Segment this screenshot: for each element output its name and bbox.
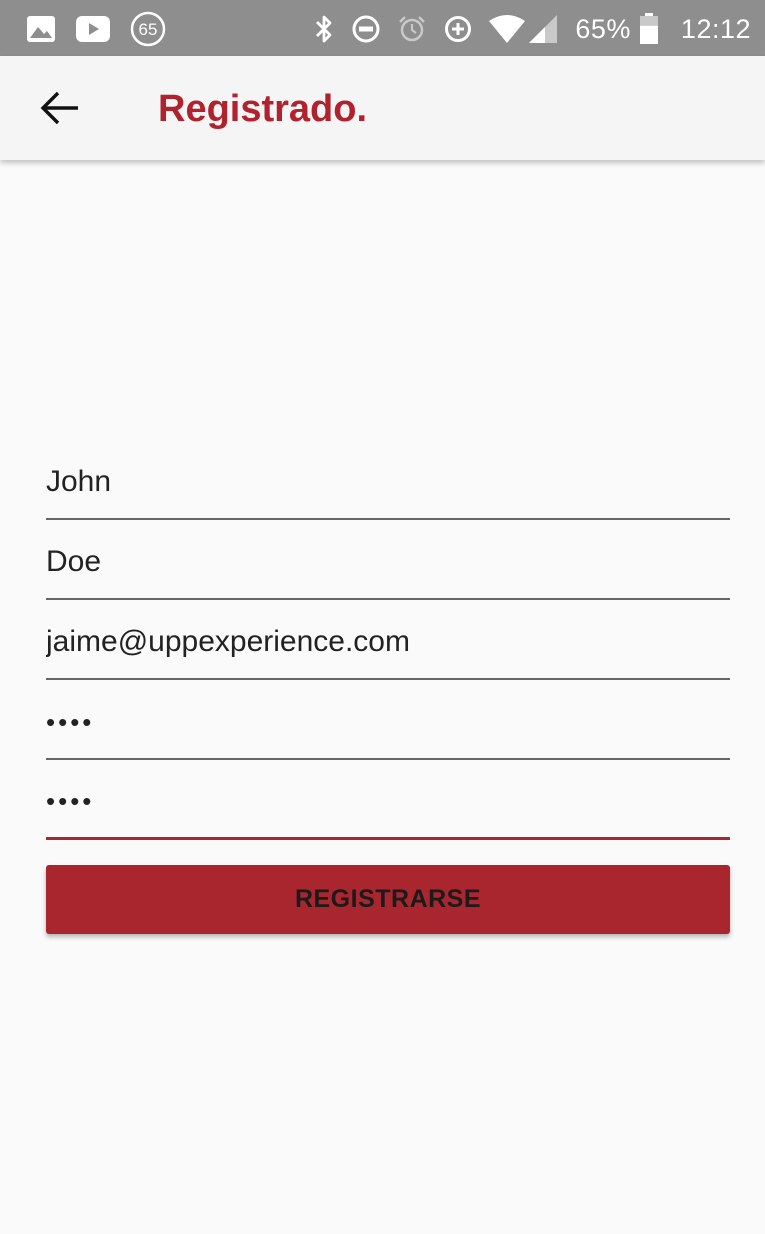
register-screen: 65 65% 12:12 Registrado. John Doe jaime@… [0,0,765,1234]
confirm-password-field [46,760,730,840]
password-input[interactable] [46,700,730,744]
cell-signal-icon [529,15,558,43]
last-name-field [46,520,730,600]
back-button[interactable] [30,78,90,138]
wifi-icon [489,15,526,43]
battery-icon [639,13,659,45]
bluetooth-icon [313,14,335,44]
last-name-input[interactable] [46,540,730,584]
alarm-icon [397,14,427,44]
email-field [46,600,730,680]
badge-65-icon: 65 [130,11,166,47]
register-button[interactable]: REGISTRARSE [46,865,730,934]
registration-form [46,440,730,840]
notification-icons: 65 [26,11,186,47]
data-saver-icon [443,14,473,44]
email-input[interactable] [46,620,730,664]
youtube-icon [76,16,110,42]
first-name-input[interactable] [46,460,730,504]
password-field [46,680,730,760]
badge-65-label: 65 [139,20,158,39]
app-bar: Registrado. [0,56,765,160]
first-name-field [46,440,730,520]
arrow-back-icon [40,91,78,125]
do-not-disturb-icon [351,14,381,44]
clock: 12:12 [680,13,751,44]
battery-percent: 65% [575,13,631,44]
confirm-password-input[interactable] [46,779,730,823]
status-bar: 65 65% 12:12 [0,0,765,56]
gallery-icon [26,15,56,43]
system-status-icons: 65% 12:12 [297,10,751,48]
page-title: Registrado. [158,88,368,130]
